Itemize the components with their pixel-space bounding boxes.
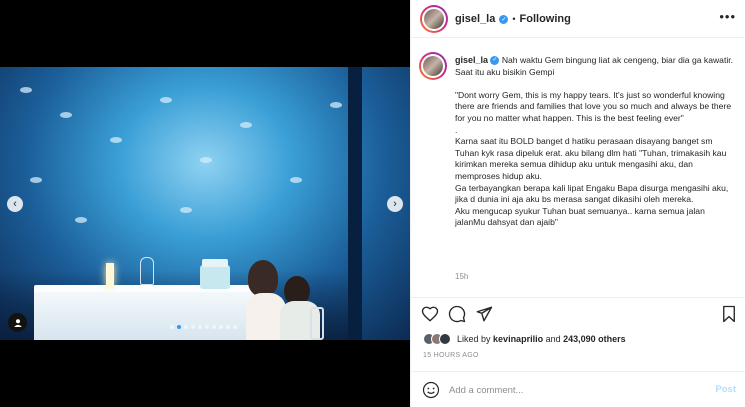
caption-timestamp: 15h	[455, 272, 469, 281]
carousel-dot	[226, 325, 230, 329]
girl-head	[248, 260, 278, 296]
avatar[interactable]	[420, 5, 448, 33]
post-side-panel: gisel_la ✓ • Following ••• gisel_la ✓ Na…	[410, 0, 745, 407]
liked-by-and: and	[545, 334, 561, 344]
fish-shape	[160, 97, 172, 103]
fish-shape	[180, 207, 192, 213]
fish-shape	[200, 157, 212, 163]
tagged-users-button[interactable]	[8, 313, 27, 332]
user-tag-icon	[13, 318, 22, 327]
post-media: ‹ ›	[0, 0, 410, 407]
carousel-dot	[177, 325, 181, 329]
fish-shape	[330, 102, 342, 108]
following-button[interactable]: Following	[520, 13, 571, 25]
carousel-dot	[212, 325, 216, 329]
candle	[106, 263, 114, 287]
fish-shape	[60, 112, 72, 118]
dining-table	[34, 292, 256, 340]
liker-avatars	[423, 333, 451, 345]
birthday-cake	[200, 259, 230, 289]
carousel-dot	[170, 325, 174, 329]
more-options-button[interactable]: •••	[719, 9, 736, 24]
post-photo[interactable]	[0, 67, 410, 340]
verified-badge-icon: ✓	[499, 14, 509, 24]
likes-count-link[interactable]: 243,090 others	[563, 334, 626, 344]
carousel-dot	[191, 325, 195, 329]
chevron-left-icon: ‹	[13, 198, 17, 210]
fish-shape	[290, 177, 302, 183]
emoji-icon[interactable]	[422, 381, 440, 399]
post-caption: gisel_la ✓ Nah waktu Gem bingung liat ak…	[455, 55, 735, 229]
caption-username[interactable]: gisel_la	[455, 55, 488, 65]
carousel-dot	[205, 325, 209, 329]
avatar[interactable]	[439, 333, 451, 345]
post-comment-button[interactable]: Post	[715, 384, 736, 395]
heart-icon[interactable]	[421, 305, 439, 323]
carousel-dot	[219, 325, 223, 329]
comment-form: Post	[411, 371, 745, 407]
post-header: gisel_la ✓ • Following •••	[411, 0, 745, 38]
carousel-prev-button[interactable]: ‹	[7, 196, 23, 212]
separator-dot: •	[512, 14, 516, 24]
chevron-right-icon: ›	[393, 198, 397, 210]
wine-glass	[140, 257, 154, 285]
fish-shape	[30, 177, 42, 183]
bookmark-icon[interactable]	[720, 305, 738, 323]
fish-shape	[240, 122, 252, 128]
carousel-dot	[184, 325, 188, 329]
carousel-dot	[198, 325, 202, 329]
carousel-dot	[233, 325, 237, 329]
carousel-indicator	[170, 325, 237, 329]
fish-shape	[110, 137, 122, 143]
caption-section: gisel_la ✓ Nah waktu Gem bingung liat ak…	[411, 38, 745, 293]
post-time-ago: 15 HOURS AGO	[423, 352, 479, 359]
verified-badge-icon: ✓	[490, 56, 500, 66]
action-bar	[411, 297, 745, 327]
caption-avatar[interactable]	[419, 52, 447, 80]
chair	[310, 307, 324, 340]
comment-input[interactable]	[449, 383, 689, 397]
caption-text: Nah waktu Gem bingung liat ak cengeng, b…	[455, 55, 734, 228]
liked-by-user-link[interactable]: kevinaprilio	[493, 334, 543, 344]
share-icon[interactable]	[475, 305, 493, 323]
header-username[interactable]: gisel_la	[455, 13, 495, 25]
likes-summary: Liked by kevinaprilio and 243,090 others	[423, 333, 626, 345]
fish-shape	[75, 217, 87, 223]
comment-icon[interactable]	[448, 305, 466, 323]
carousel-next-button[interactable]: ›	[387, 196, 403, 212]
fish-shape	[20, 87, 32, 93]
liked-by-prefix: Liked by	[457, 334, 491, 344]
